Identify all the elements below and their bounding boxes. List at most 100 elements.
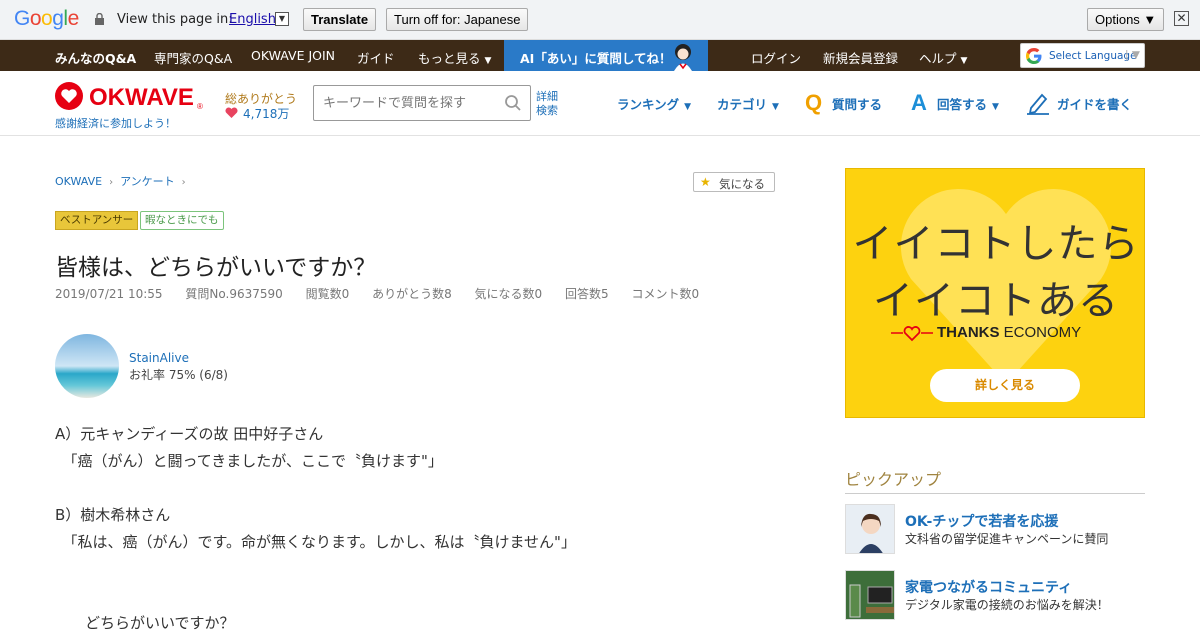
advanced-search-link[interactable]: 詳細 検索 (536, 90, 558, 118)
google-logo: Google (14, 7, 79, 30)
ai-question-banner[interactable]: AI「あい」に質問してね！ (504, 40, 708, 71)
advanced-search-line2: 検索 (536, 104, 558, 117)
nav-more[interactable]: もっと見る ▼ (418, 48, 491, 67)
ad-details-button[interactable]: 詳しく見る (930, 369, 1080, 402)
nav-help-label: ヘルプ (919, 51, 957, 66)
turn-off-button[interactable]: Turn off for: Japanese (386, 8, 529, 31)
nav-minna-qa[interactable]: みんなのQ&A (55, 48, 136, 67)
pickup-heading: ピックアップ (845, 466, 1145, 494)
svg-text:®: ® (197, 102, 203, 111)
user-name[interactable]: StainAlive (129, 351, 189, 365)
translate-button[interactable]: Translate (303, 8, 377, 31)
lock-icon (95, 13, 104, 25)
answer-a-icon: A (911, 90, 927, 115)
chevron-down-icon: ▼ (992, 102, 999, 112)
select-language-widget[interactable]: Select Language | ▼ (1020, 43, 1145, 68)
search-box (313, 85, 531, 121)
pencil-icon (1027, 93, 1049, 115)
question-meta: 2019/07/21 10:55 質問No.9637590 閲覧数0 ありがとう… (55, 285, 718, 302)
breadcrumb: OKWAVE › アンケート › (55, 173, 193, 189)
thanks-count: ありがとう数8 (372, 287, 452, 301)
close-icon[interactable]: ✕ (1174, 11, 1189, 26)
nav-login[interactable]: ログイン (751, 48, 801, 67)
kininaru-count: 気になる数0 (474, 287, 543, 301)
nav-ranking[interactable]: ランキング ▼ (617, 94, 691, 113)
pickup-thumb-2-image (846, 571, 894, 619)
chevron-down-icon: ▼ (960, 56, 968, 66)
ad-brand-rest: ECONOMY (999, 324, 1082, 341)
options-button[interactable]: Options ▼ (1087, 8, 1165, 31)
nav-more-label: もっと見る (418, 51, 481, 66)
ai-assistant-avatar-icon (674, 44, 692, 71)
language-dropdown-icon[interactable]: ▼ (275, 12, 289, 26)
question-number: 質問No.9637590 (185, 287, 283, 301)
thanks-economy-ad[interactable]: イイコトしたら イイコトある THANKS ECONOMY 詳しく見る (845, 168, 1145, 418)
ad-brand-bold: THANKS (937, 324, 1000, 341)
google-g-icon (1026, 48, 1042, 64)
question-title: 皆様は、どちらがいいですか？ (55, 255, 377, 281)
okwave-logo[interactable]: OKWAVE ® (55, 81, 205, 111)
pickup-desc-1: 文科省の留学促進キャンペーンに賛同 (905, 532, 1109, 546)
logo-text: OKWAVE (89, 84, 194, 111)
body-line-b-quote: 「私は、癌（がん）です。命が無くなります。しかし、私は〝負けません"」 (55, 533, 576, 551)
question-date: 2019/07/21 10:55 (55, 287, 163, 301)
comment-count: コメント数0 (631, 287, 700, 301)
ai-banner-label: AI「あい」に質問してね！ (520, 51, 672, 66)
nav-help[interactable]: ヘルプ ▼ (919, 48, 967, 67)
search-input[interactable] (314, 86, 494, 120)
body-line-a: A）元キャンディーズの故 田中好子さん (55, 425, 324, 443)
pickup-thumb-2[interactable] (845, 570, 895, 620)
pickup-thumb-1[interactable] (845, 504, 895, 554)
avatar-image (55, 334, 119, 398)
nav-category-label: カテゴリ (717, 97, 768, 112)
search-icon[interactable] (504, 94, 522, 112)
category-tag[interactable]: 暇なときにでも (140, 211, 224, 230)
body-line-b: B）樹木希林さん (55, 506, 171, 524)
select-language-label: Select Language (1049, 50, 1137, 62)
site-header: OKWAVE ® 感謝経済に参加しよう！ 総ありがとう 4,718万 詳細検索 … (0, 71, 1200, 136)
pickup-thumb-1-image (846, 505, 894, 553)
top-nav: みんなのQ&A 専門家のQ&A OKWAVE JOIN ガイド もっと見る ▼ … (0, 40, 1200, 71)
chevron-down-icon: ▼ (772, 102, 779, 112)
translate-bar: Google View this page in: English ▼ Tran… (0, 0, 1200, 40)
answer-count: 回答数5 (565, 287, 609, 301)
nav-expert-qa[interactable]: 専門家のQ&A (154, 48, 232, 67)
breadcrumb-survey[interactable]: アンケート (120, 175, 175, 188)
pickup-desc-2: デジタル家電の接続のお悩みを解決！ (905, 598, 1109, 612)
nav-category[interactable]: カテゴリ ▼ (717, 94, 779, 113)
chevron-down-icon: ▼ (484, 56, 492, 66)
view-page-label: View this page in: (117, 12, 233, 27)
nav-guide[interactable]: ガイド (357, 48, 395, 67)
ad-headline-1: イイコトしたら (852, 221, 1140, 267)
nav-write-guide[interactable]: ガイドを書く (1057, 94, 1132, 113)
heart-icon (225, 107, 238, 118)
total-thanks-count: 4,718万 (243, 107, 290, 121)
kininaru-label: 気になる (719, 177, 765, 191)
best-answer-badge: ベストアンサー (55, 211, 139, 230)
nav-register[interactable]: 新規会員登録 (823, 48, 898, 67)
pickup-title-1[interactable]: OK-チップで若者を応援 (905, 511, 1058, 531)
pickup-title-2[interactable]: 家電つながるコミュニティ (905, 577, 1072, 597)
body-line-a-quote: 「癌（がん）と闘ってきましたが、ここで〝負けます"」 (55, 452, 443, 470)
star-icon: ★ (700, 175, 711, 189)
user-thanks-rate: お礼率 75% (6/8) (129, 368, 228, 382)
tagline[interactable]: 感謝経済に参加しよう！ (55, 115, 176, 131)
breadcrumb-okwave[interactable]: OKWAVE (55, 175, 102, 188)
thanks-economy-logo-icon (891, 326, 933, 342)
dropdown-arrow-icon: | ▼ (1125, 49, 1140, 61)
chevron-down-icon: ▼ (684, 102, 692, 112)
nav-ranking-label: ランキング (617, 97, 680, 112)
avatar[interactable] (55, 334, 119, 398)
question-q-icon: Q (805, 90, 823, 115)
chevron-right-icon: › (181, 177, 186, 188)
nav-ask[interactable]: 質問する (832, 94, 882, 113)
advanced-search-line1: 詳細 (536, 90, 558, 103)
view-count: 閲覧数0 (305, 287, 350, 301)
kininaru-button[interactable]: ★ 気になる (693, 172, 775, 192)
chevron-right-icon: › (109, 177, 114, 188)
ad-headline-2: イイコトある (873, 278, 1119, 324)
nav-answer[interactable]: 回答する ▼ (937, 94, 999, 113)
language-select[interactable]: English (229, 12, 276, 27)
nav-okwave-join[interactable]: OKWAVE JOIN (251, 48, 335, 63)
nav-answer-label: 回答する (937, 97, 988, 112)
